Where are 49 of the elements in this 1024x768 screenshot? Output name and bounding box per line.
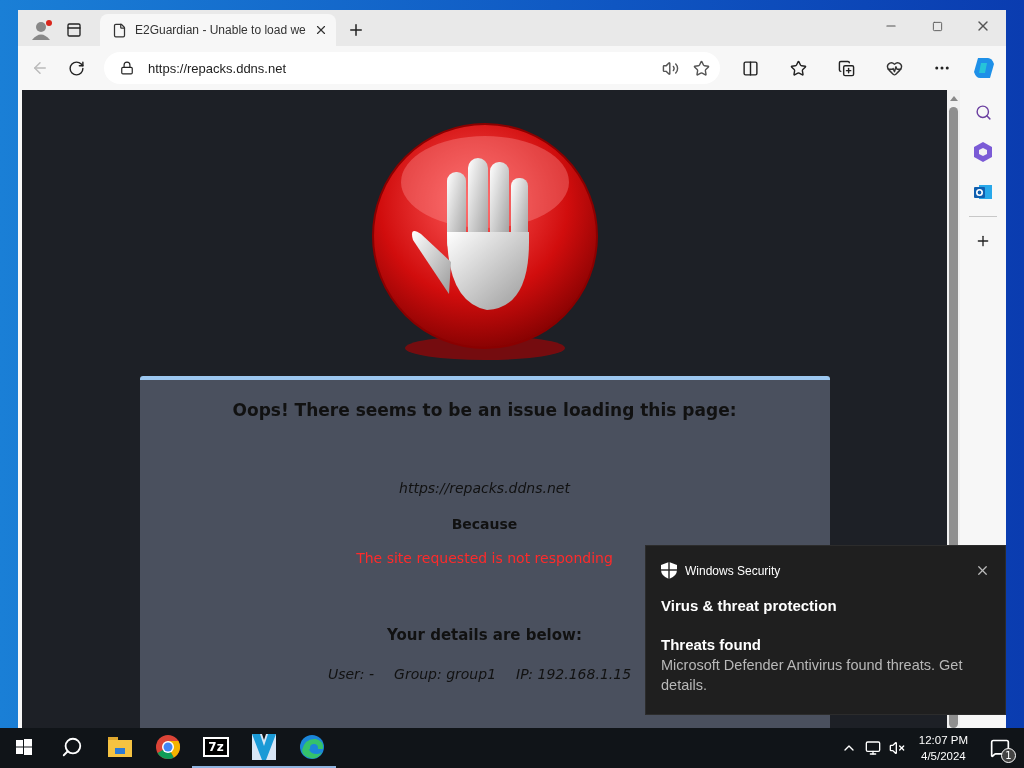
close-icon[interactable] <box>975 563 990 578</box>
favorites-icon[interactable] <box>789 59 807 77</box>
volume-muted-icon[interactable] <box>888 740 905 756</box>
toast-app-name: Windows Security <box>685 563 781 578</box>
network-icon[interactable] <box>864 740 881 756</box>
tab-actions-icon[interactable] <box>66 22 82 38</box>
toast-heading: Threats found <box>661 636 762 653</box>
detail-text: Group: group1 <box>394 666 497 682</box>
close-tab-icon[interactable] <box>314 23 328 37</box>
profile-avatar-icon[interactable] <box>31 19 53 41</box>
heart-pulse-icon[interactable] <box>885 59 903 77</box>
details-heading: Your details are below: <box>387 626 582 644</box>
toast-message: Microsoft Defender Antivirus found threats. Get details. <box>661 656 964 695</box>
lock-icon <box>120 61 134 75</box>
split-screen-icon[interactable] <box>741 59 759 77</box>
collections-icon[interactable] <box>837 59 855 77</box>
windows-logo-icon[interactable] <box>16 739 32 755</box>
clock[interactable]: 12:07 PM 4/5/2024 <box>918 732 968 764</box>
shield-icon <box>661 562 677 579</box>
copilot-icon <box>972 56 996 80</box>
mail-app-icon <box>974 183 992 201</box>
hexagon-icon <box>974 142 992 162</box>
search-icon[interactable] <box>61 736 83 758</box>
star-icon[interactable] <box>693 59 710 77</box>
toast-title: Virus & threat protection <box>661 597 838 614</box>
scroll-up-icon[interactable] <box>949 96 958 101</box>
browser-tab[interactable]: E2Guardian - Unable to load we <box>100 14 336 46</box>
notification-count: 1 <box>1001 748 1016 763</box>
video-app-icon <box>252 734 276 760</box>
blocked-url: https://repacks.ddns.net <box>399 480 570 496</box>
address-bar[interactable]: https://repacks.ddns.net <box>104 52 720 84</box>
taskbar-app-button[interactable]: 7z <box>192 728 240 768</box>
message-icon[interactable] <box>990 738 1010 758</box>
maximize-icon[interactable] <box>931 20 943 32</box>
add-icon[interactable] <box>975 233 991 249</box>
edge-icon <box>299 734 325 760</box>
page-icon <box>112 22 127 38</box>
search-icon[interactable] <box>974 103 992 121</box>
detail-text: User: - <box>327 666 375 682</box>
detail-text: IP: 192.168.1.15 <box>516 666 632 682</box>
error-reason: The site requested is not responding <box>356 550 613 566</box>
because-label: Because <box>451 516 518 532</box>
error-heading: Oops! There seems to be an issue loading this page: <box>232 400 737 420</box>
refresh-icon[interactable] <box>67 59 85 77</box>
new-tab-icon[interactable] <box>347 21 365 39</box>
speaker-icon[interactable] <box>662 59 679 77</box>
chrome-icon <box>155 734 181 760</box>
folder-icon <box>108 737 132 757</box>
notification-toast[interactable]: Windows Security Virus & threat protection Threats found Microsoft Defender Antivirus found threats. Get details. <box>645 545 1006 715</box>
